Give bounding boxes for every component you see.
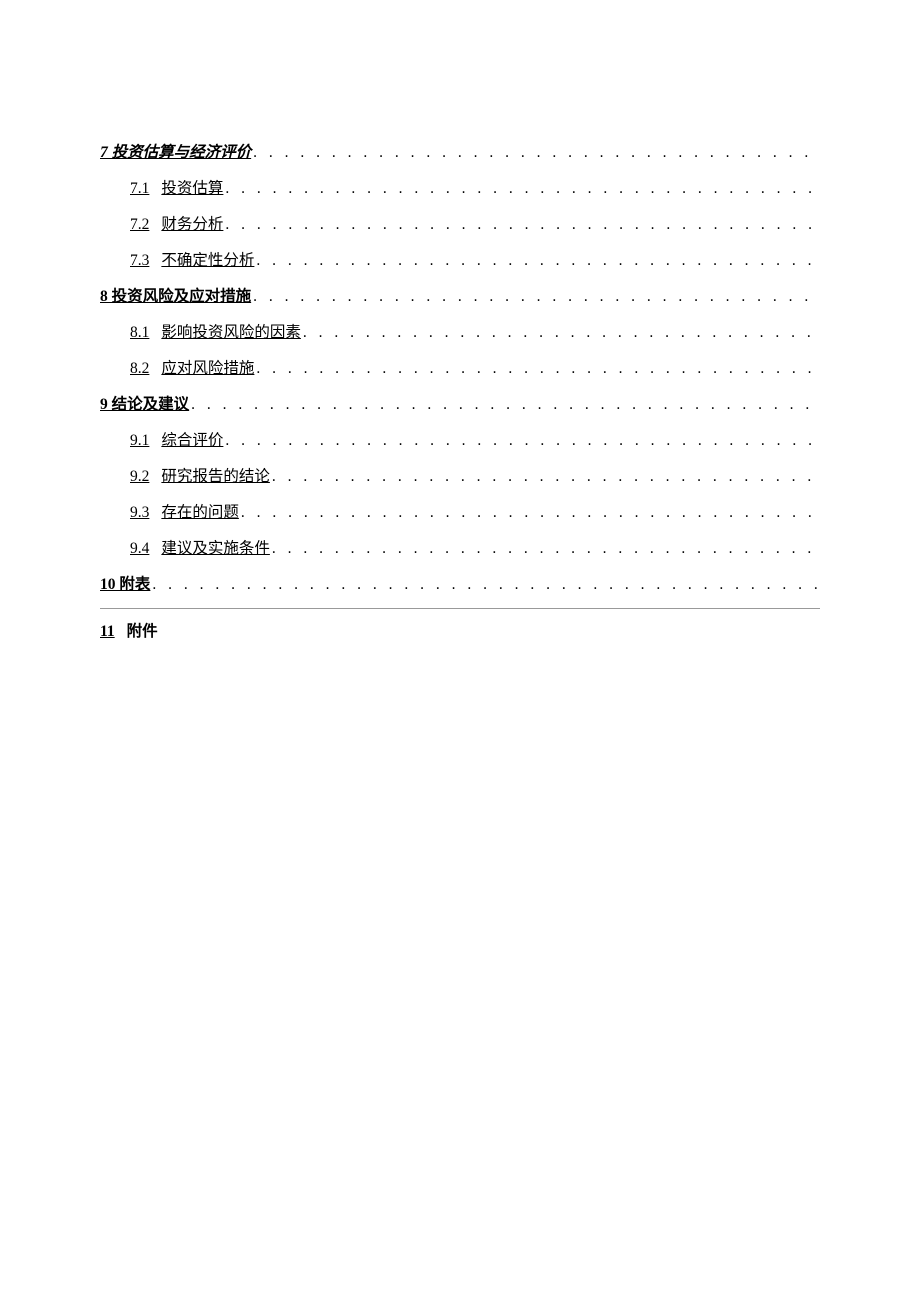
- toc-leader-dots: . . . . . . . . . . . . . . . . . . . . …: [225, 432, 820, 450]
- toc-leader-dots: . . . . . . . . . . . . . . . . . . . . …: [253, 288, 820, 306]
- toc-heading[interactable]: 7 投资估算与经济评价: [100, 140, 251, 162]
- toc-container: 7 投资估算与经济评价. . . . . . . . . . . . . . .…: [100, 140, 820, 594]
- toc-leader-dots: . . . . . . . . . . . . . . . . . . . . …: [253, 144, 820, 162]
- toc-title[interactable]: 研究报告的结论: [161, 464, 270, 486]
- toc-entry: 7.3 不确定性分析. . . . . . . . . . . . . . . .…: [100, 248, 820, 270]
- toc-leader-dots: . . . . . . . . . . . . . . . . . . . . …: [152, 576, 820, 594]
- toc-heading[interactable]: 9 结论及建议: [100, 392, 189, 414]
- toc-number[interactable]: 7.2: [130, 216, 149, 234]
- toc-leader-dots: . . . . . . . . . . . . . . . . . . . . …: [303, 324, 820, 342]
- toc-entry: 9 结论及建议. . . . . . . . . . . . . . . . .…: [100, 392, 820, 414]
- toc-number[interactable]: 9.4: [130, 540, 149, 558]
- toc-title[interactable]: 综合评价: [161, 428, 223, 450]
- toc-number[interactable]: 8.2: [130, 360, 149, 378]
- toc-title[interactable]: 建议及实施条件: [161, 536, 270, 558]
- toc-leader-dots: . . . . . . . . . . . . . . . . . . . . …: [272, 540, 820, 558]
- toc-number[interactable]: 11: [100, 623, 115, 640]
- toc-number[interactable]: 9.3: [130, 504, 149, 522]
- toc-entry: 9.1 综合评价. . . . . . . . . . . . . . . . .…: [100, 428, 820, 450]
- toc-leader-dots: . . . . . . . . . . . . . . . . . . . . …: [225, 180, 820, 198]
- toc-entry: 7.2 财务分析. . . . . . . . . . . . . . . . .…: [100, 212, 820, 234]
- toc-title[interactable]: 财务分析: [161, 212, 223, 234]
- toc-title[interactable]: 存在的问题: [161, 500, 239, 522]
- toc-leader-dots: . . . . . . . . . . . . . . . . . . . . …: [225, 216, 820, 234]
- toc-entry: 8 投资风险及应对措施. . . . . . . . . . . . . . .…: [100, 284, 820, 306]
- toc-number[interactable]: 9.1: [130, 432, 149, 450]
- toc-entry: 7.1 投资估算. . . . . . . . . . . . . . . . .…: [100, 176, 820, 198]
- toc-title: 附件: [127, 623, 158, 640]
- toc-title[interactable]: 投资估算: [161, 176, 223, 198]
- toc-entry: 9.4 建议及实施条件. . . . . . . . . . . . . . . …: [100, 536, 820, 558]
- toc-number[interactable]: 9.2: [130, 468, 149, 486]
- toc-title[interactable]: 应对风险措施: [161, 356, 254, 378]
- toc-title[interactable]: 影响投资风险的因素: [161, 320, 301, 342]
- toc-leader-dots: . . . . . . . . . . . . . . . . . . . . …: [191, 396, 820, 414]
- toc-entry: 9.3 存在的问题. . . . . . . . . . . . . . . . …: [100, 500, 820, 522]
- toc-title[interactable]: 不确定性分析: [161, 248, 254, 270]
- toc-leader-dots: . . . . . . . . . . . . . . . . . . . . …: [272, 468, 820, 486]
- toc-heading[interactable]: 8 投资风险及应对措施: [100, 284, 251, 306]
- toc-entry-final: 11 附件: [100, 619, 820, 641]
- toc-entry: 9.2 研究报告的结论. . . . . . . . . . . . . . . …: [100, 464, 820, 486]
- toc-leader-dots: . . . . . . . . . . . . . . . . . . . . …: [256, 360, 820, 378]
- toc-number[interactable]: 8.1: [130, 324, 149, 342]
- toc-entry: 8.2 应对风险措施. . . . . . . . . . . . . . . .…: [100, 356, 820, 378]
- toc-entry: 10 附表. . . . . . . . . . . . . . . . . .…: [100, 572, 820, 594]
- section-divider: [100, 608, 820, 609]
- toc-number[interactable]: 7.1: [130, 180, 149, 198]
- toc-heading[interactable]: 10 附表: [100, 572, 150, 594]
- toc-entry: 7 投资估算与经济评价. . . . . . . . . . . . . . .…: [100, 140, 820, 162]
- toc-leader-dots: . . . . . . . . . . . . . . . . . . . . …: [256, 252, 820, 270]
- toc-leader-dots: . . . . . . . . . . . . . . . . . . . . …: [241, 504, 820, 522]
- toc-entry: 8.1 影响投资风险的因素. . . . . . . . . . . . . . …: [100, 320, 820, 342]
- toc-number[interactable]: 7.3: [130, 252, 149, 270]
